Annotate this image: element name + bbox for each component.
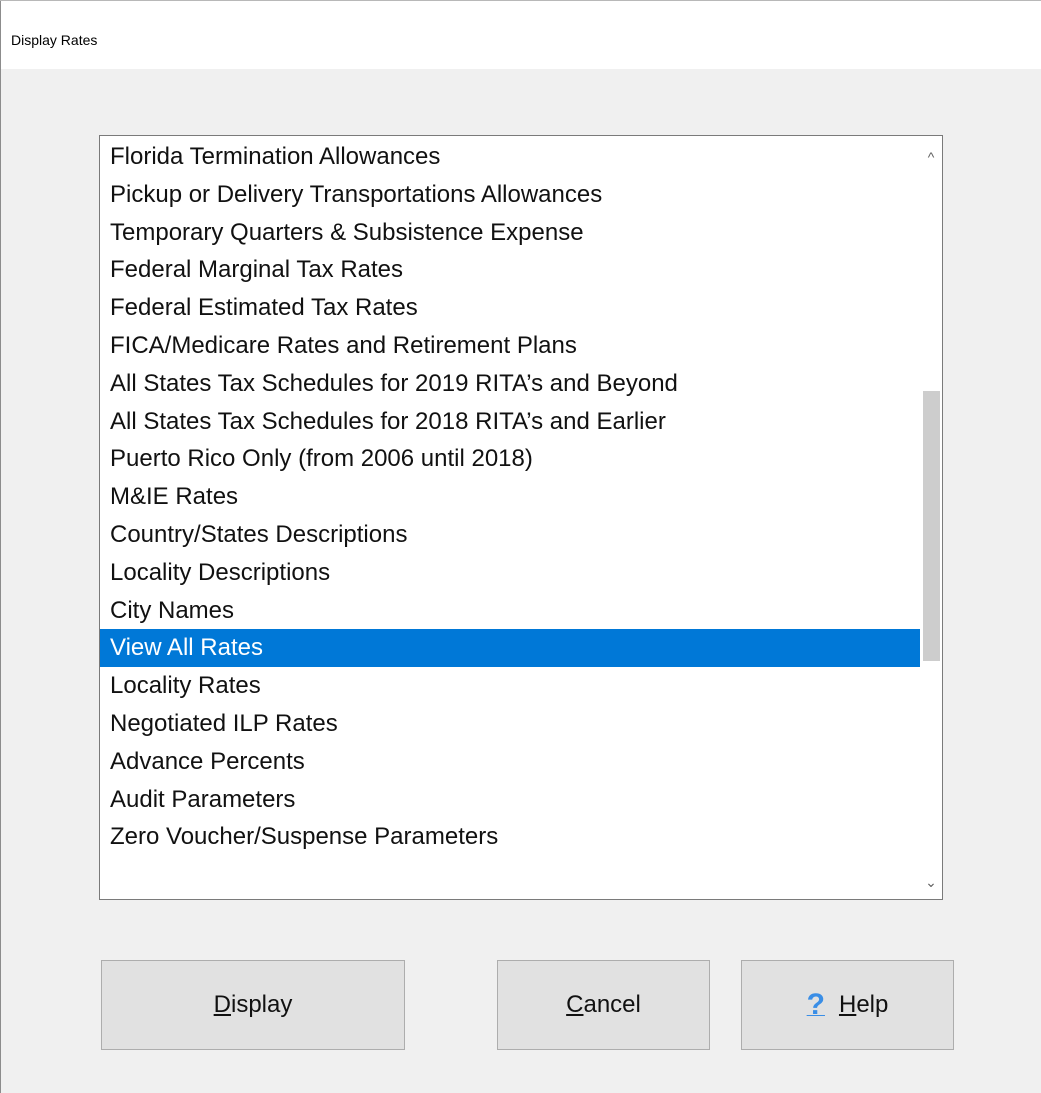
- list-item[interactable]: Advance Percents: [100, 743, 920, 781]
- vertical-scrollbar[interactable]: ^ ⌄: [920, 136, 942, 899]
- help-button-label: Help: [838, 991, 889, 1018]
- list-item[interactable]: M&IE Rates: [100, 478, 920, 516]
- list-item-selected[interactable]: View All Rates: [100, 629, 920, 668]
- list-item[interactable]: All States Tax Schedules for 2019 RITA’s…: [100, 365, 920, 403]
- list-item[interactable]: Federal Marginal Tax Rates: [100, 251, 920, 289]
- scroll-up-icon[interactable]: ^: [920, 142, 942, 172]
- help-button[interactable]: ? Help: [741, 960, 954, 1050]
- cancel-button[interactable]: Cancel: [497, 960, 710, 1050]
- list-item[interactable]: Locality Descriptions: [100, 554, 920, 592]
- list-item[interactable]: Puerto Rico Only (from 2006 until 2018): [100, 440, 920, 478]
- list-item[interactable]: Temporary Quarters & Subsistence Expense: [100, 214, 920, 252]
- window-border-left: [0, 0, 1, 1093]
- window-title: Display Rates: [11, 32, 98, 48]
- list-item[interactable]: City Names: [100, 592, 920, 630]
- list-item[interactable]: Federal Estimated Tax Rates: [100, 289, 920, 327]
- rates-list-items: Florida Termination Allowances Pickup or …: [100, 138, 920, 856]
- scroll-thumb[interactable]: [923, 391, 940, 661]
- list-item[interactable]: Country/States Descriptions: [100, 516, 920, 554]
- scroll-down-icon[interactable]: ⌄: [920, 867, 942, 897]
- list-item[interactable]: FICA/Medicare Rates and Retirement Plans: [100, 327, 920, 365]
- list-item[interactable]: All States Tax Schedules for 2018 RITA’s…: [100, 403, 920, 441]
- list-item[interactable]: Audit Parameters: [100, 781, 920, 819]
- list-item[interactable]: Negotiated ILP Rates: [100, 705, 920, 743]
- list-item[interactable]: Locality Rates: [100, 667, 920, 705]
- help-icon: ?: [806, 988, 825, 1021]
- title-bar[interactable]: Display Rates: [1, 1, 1041, 69]
- display-rates-dialog: Display Rates Florida Termination Allowa…: [0, 0, 1041, 1093]
- cancel-button-label: Cancel: [566, 991, 641, 1018]
- display-button-label: Display: [213, 991, 293, 1018]
- list-item[interactable]: Zero Voucher/Suspense Parameters: [100, 818, 920, 856]
- rates-listbox[interactable]: Florida Termination Allowances Pickup or …: [99, 135, 943, 900]
- list-item[interactable]: Florida Termination Allowances: [100, 138, 920, 176]
- list-item[interactable]: Pickup or Delivery Transportations Allow…: [100, 176, 920, 214]
- display-button[interactable]: Display: [101, 960, 405, 1050]
